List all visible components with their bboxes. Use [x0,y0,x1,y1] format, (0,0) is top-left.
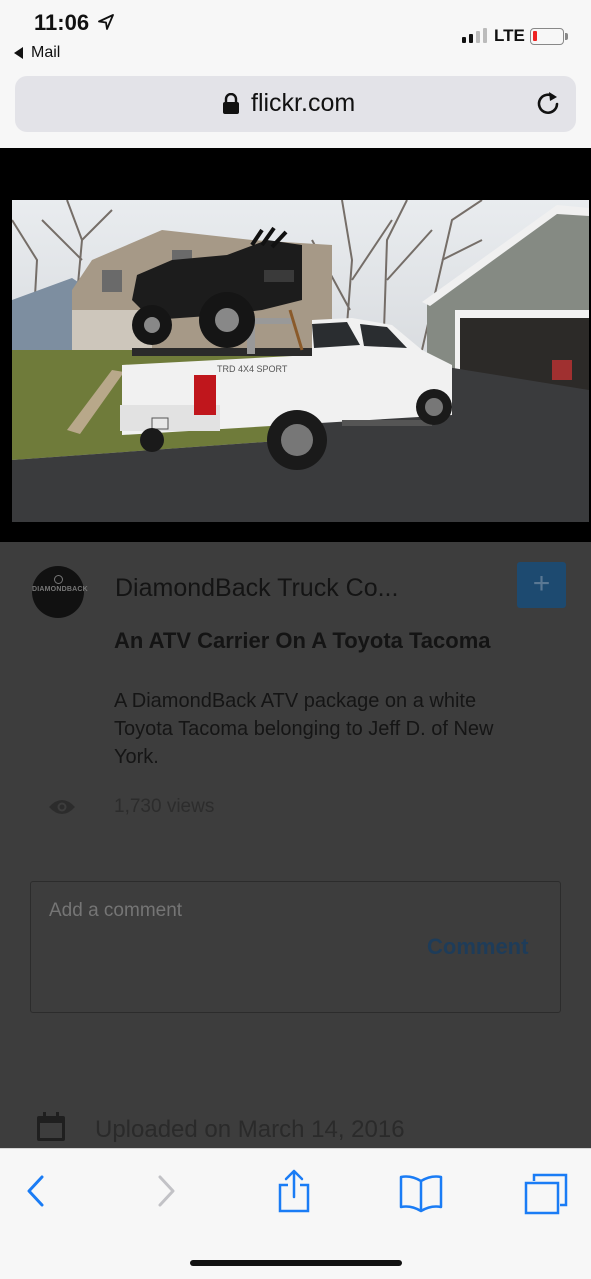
lock-icon [223,93,239,114]
address-bar-area: flickr.com [0,72,591,148]
photo-title: An ATV Carrier On A Toyota Tacoma [114,628,491,653]
url-domain: flickr.com [251,89,356,117]
view-count: 1,730 views [114,796,215,817]
photo-illustration: TRD 4X4 SPORT [12,200,589,522]
address-bar[interactable]: flickr.com [15,76,576,132]
comment-box: Comment [30,881,561,1013]
comment-input[interactable] [49,900,349,922]
bookmarks-icon[interactable] [398,1173,444,1213]
calendar-icon [37,1112,65,1141]
comment-button[interactable]: Comment [427,934,528,960]
home-indicator[interactable] [190,1260,402,1266]
eye-icon [49,800,75,814]
forward-icon[interactable] [154,1173,178,1209]
status-time: 11:06 [34,10,90,35]
reload-icon[interactable] [536,90,562,118]
status-bar: 11:06 Mail LTE [0,0,591,72]
battery-icon [530,28,568,45]
location-arrow-icon [98,14,114,30]
carrier-label: LTE [494,26,525,45]
owner-name[interactable]: DiamondBack Truck Co... [115,574,398,603]
truck-decal: TRD 4X4 SPORT [217,364,288,374]
truck-atv-photo[interactable]: TRD 4X4 SPORT [12,200,589,522]
avatar[interactable]: DIAMONDBACK [32,566,88,618]
back-icon[interactable] [24,1173,48,1209]
share-icon[interactable] [276,1169,312,1213]
signal-strength-icon [462,28,487,43]
back-triangle-icon [14,47,23,59]
back-to-app-link[interactable]: Mail [14,44,60,62]
back-app-label: Mail [31,44,61,61]
photo-viewer: TRD 4X4 SPORT [0,148,591,542]
avatar-text: DIAMONDBACK [32,586,88,593]
upload-date: Uploaded on March 14, 2016 [95,1116,405,1143]
follow-button[interactable]: + [517,562,566,608]
tabs-icon[interactable] [524,1173,568,1215]
photo-details: DIAMONDBACK DiamondBack Truck Co... + An… [0,542,591,1148]
safari-toolbar [0,1148,591,1279]
photo-description: A DiamondBack ATV package on a white Toy… [114,690,494,768]
